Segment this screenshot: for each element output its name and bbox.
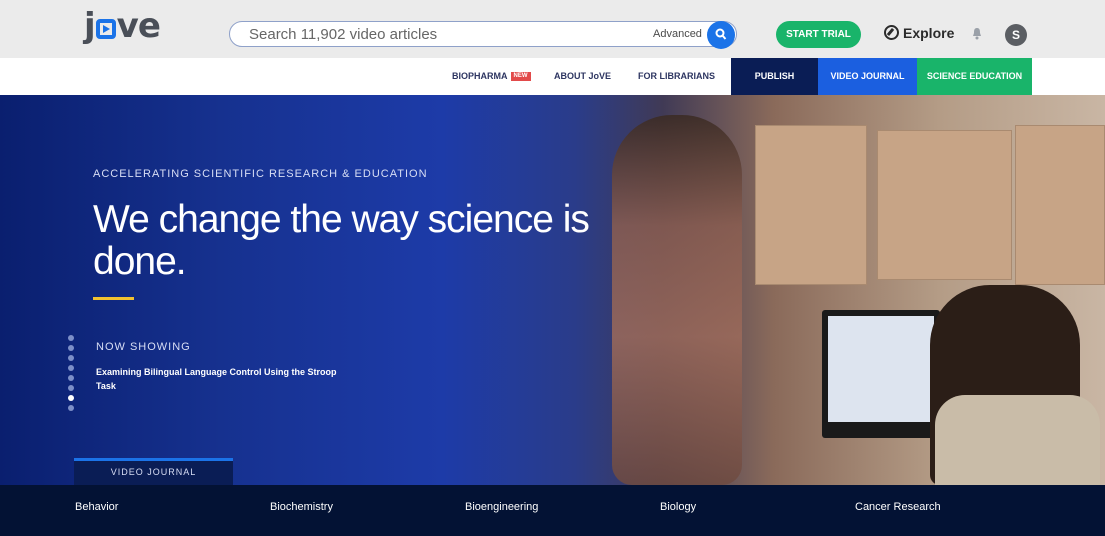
slide-dot-active[interactable] — [68, 395, 74, 401]
cabinet-shape — [755, 125, 867, 285]
category-link[interactable]: Cancer Research — [855, 501, 941, 513]
slide-dot[interactable] — [68, 375, 74, 381]
hero-headline: We change the way science is done. — [93, 198, 590, 283]
category-link[interactable]: Biochemistry — [270, 501, 333, 513]
person-shape — [612, 115, 742, 485]
category-link[interactable]: Behavior — [75, 501, 118, 513]
monitor-screen — [828, 316, 934, 422]
jove-logo[interactable]: j ve — [84, 6, 161, 46]
search-bar: Advanced — [229, 21, 737, 49]
slide-dot[interactable] — [68, 355, 74, 361]
top-header: jve Advanced START TRIAL Explore S — [0, 0, 1105, 58]
nav-biopharma-label: BIOPHARMA — [452, 71, 508, 81]
new-badge: NEW — [510, 72, 531, 81]
section-tab-video-journal[interactable]: VIDEO JOURNAL — [74, 458, 233, 485]
category-bar: Behavior Biochemistry Bioengineering Bio… — [0, 485, 1105, 536]
bell-icon[interactable] — [972, 28, 982, 40]
cabinet-shape — [877, 130, 1012, 280]
nav-video-journal[interactable]: VIDEO JOURNAL — [818, 58, 917, 95]
hero-banner: ACCELERATING SCIENTIFIC RESEARCH & EDUCA… — [0, 95, 1105, 485]
slide-dot[interactable] — [68, 385, 74, 391]
slide-indicator — [68, 335, 76, 415]
hero-kicker: ACCELERATING SCIENTIFIC RESEARCH & EDUCA… — [93, 168, 428, 180]
slide-dot[interactable] — [68, 335, 74, 341]
person-shape — [935, 395, 1100, 485]
slide-dot[interactable] — [68, 365, 74, 371]
nav-publish[interactable]: PUBLISH — [731, 58, 818, 95]
search-icon — [715, 28, 727, 40]
search-button[interactable] — [707, 21, 735, 49]
category-link[interactable]: Biology — [660, 501, 696, 513]
main-nav: BIOPHARMA NEW ABOUT JoVE FOR LIBRARIANS P… — [0, 58, 1105, 95]
now-showing-label: NOW SHOWING — [96, 341, 191, 353]
user-avatar[interactable]: S — [1005, 24, 1027, 46]
search-input[interactable] — [249, 24, 629, 44]
nav-about-jove[interactable]: ABOUT JoVE — [554, 58, 611, 95]
category-link[interactable]: Bioengineering — [465, 501, 538, 513]
nav-biopharma[interactable]: BIOPHARMA NEW — [452, 58, 531, 95]
slide-dot[interactable] — [68, 405, 74, 411]
nav-science-education[interactable]: SCIENCE EDUCATION — [917, 58, 1032, 95]
now-showing-title[interactable]: Examining Bilingual Language Control Usi… — [96, 365, 351, 393]
accent-underline — [93, 297, 134, 300]
explore-menu[interactable]: Explore — [884, 25, 954, 41]
explore-label: Explore — [903, 25, 955, 41]
start-trial-button[interactable]: START TRIAL — [776, 21, 861, 48]
advanced-search-link[interactable]: Advanced — [653, 28, 702, 40]
nav-for-librarians[interactable]: FOR LIBRARIANS — [638, 58, 715, 95]
compass-icon — [884, 25, 899, 40]
cabinet-shape — [1015, 125, 1105, 285]
slide-dot[interactable] — [68, 345, 74, 351]
